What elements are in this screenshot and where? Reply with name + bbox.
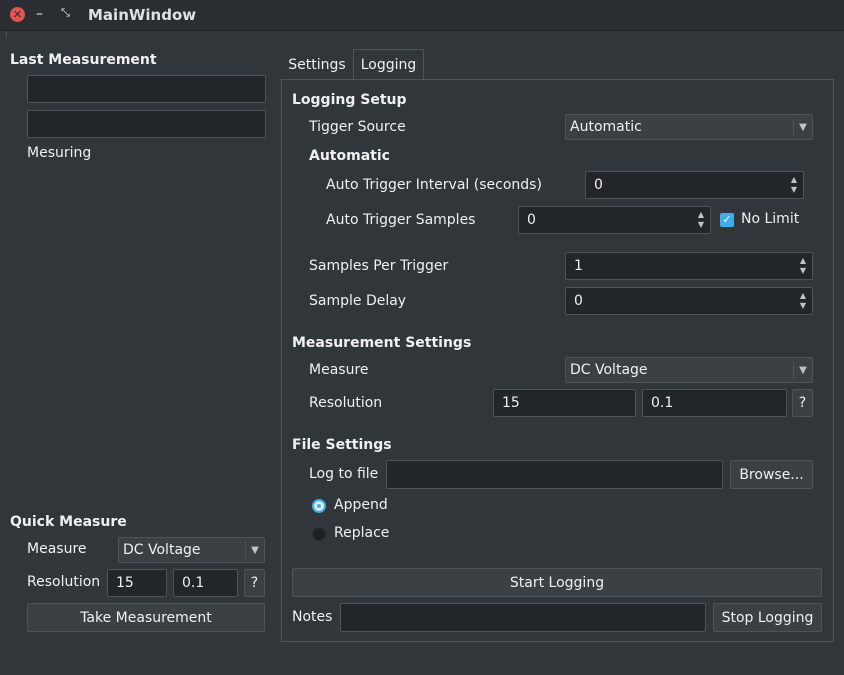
grip-icon: ⁝ [5,30,8,39]
notes-input[interactable] [340,603,706,632]
logging-setup-heading: Logging Setup [292,92,407,108]
quick-measure-heading: Quick Measure [10,514,127,530]
resolution-label: Resolution [309,395,383,411]
quick-resolution-field-2[interactable]: 0.1 [173,569,238,597]
resolution-help-button[interactable]: ? [792,389,813,417]
no-limit-label: No Limit [741,211,800,227]
quick-measure-combo-value: DC Voltage [123,542,201,558]
measurement-status: Mesuring [27,145,92,161]
chevron-down-icon: ▼ [245,541,264,559]
auto-trigger-samples-spinbox[interactable]: 0 ▲ ▼ [518,206,711,234]
samples-per-trigger-value: 1 [574,258,583,274]
resolution-field-2[interactable]: 0.1 [642,389,787,417]
trigger-source-combo[interactable]: Automatic ▼ [565,114,813,140]
spin-arrows-icon[interactable]: ▲ ▼ [796,288,810,314]
quick-resolution-field-1[interactable]: 15 [107,569,167,597]
sample-delay-spinbox[interactable]: 0 ▲ ▼ [565,287,813,315]
quick-measure-label: Measure [27,541,87,557]
chevron-down-icon: ▼ [793,361,812,379]
samples-per-trigger-label: Samples Per Trigger [309,258,449,274]
auto-trigger-samples-value: 0 [527,212,536,228]
sample-delay-value: 0 [574,293,583,309]
trigger-source-label: Tigger Source [309,119,406,135]
minimize-icon[interactable]: – [36,6,43,22]
spin-arrows-icon[interactable]: ▲ ▼ [694,207,708,233]
start-logging-button[interactable]: Start Logging [292,568,822,597]
take-measurement-button[interactable]: Take Measurement [27,603,265,632]
resolution-field-1[interactable]: 15 [493,389,636,417]
file-settings-heading: File Settings [292,437,392,453]
measure-combo-value: DC Voltage [570,362,648,378]
tab-settings[interactable]: Settings [283,50,351,80]
notes-label: Notes [292,609,333,625]
last-measurement-value-1 [27,75,266,103]
quick-resolution-help-button[interactable]: ? [244,569,265,597]
replace-radio[interactable] [312,527,326,541]
tab-logging[interactable]: Logging [353,49,424,79]
last-measurement-heading: Last Measurement [10,52,157,68]
stop-logging-button[interactable]: Stop Logging [713,603,822,632]
chevron-down-icon: ▼ [793,118,812,136]
auto-trigger-samples-label: Auto Trigger Samples [326,212,476,228]
measure-label: Measure [309,362,369,378]
automatic-heading: Automatic [309,148,390,164]
auto-trigger-interval-value: 0 [594,177,603,193]
quick-resolution-label: Resolution [27,574,101,590]
maximize-icon[interactable]: ⤡ [61,6,70,20]
close-icon[interactable]: ✕ [10,7,25,22]
log-to-file-label: Log to file [309,466,379,482]
samples-per-trigger-spinbox[interactable]: 1 ▲ ▼ [565,252,813,280]
spin-arrows-icon[interactable]: ▲ ▼ [787,172,801,198]
window-title: MainWindow [88,6,197,24]
no-limit-checkbox[interactable]: ✓ [720,213,734,227]
auto-trigger-interval-label: Auto Trigger Interval (seconds) [326,177,542,193]
measure-combo[interactable]: DC Voltage ▼ [565,357,813,383]
append-radio[interactable] [312,499,326,513]
spin-arrows-icon[interactable]: ▲ ▼ [796,253,810,279]
auto-trigger-interval-spinbox[interactable]: 0 ▲ ▼ [585,171,804,199]
append-label: Append [334,497,388,513]
log-to-file-input[interactable] [386,460,723,489]
replace-label: Replace [334,525,390,541]
trigger-source-value: Automatic [570,119,642,135]
sample-delay-label: Sample Delay [309,293,407,309]
browse-button[interactable]: Browse... [730,460,813,489]
quick-measure-combo[interactable]: DC Voltage ▼ [118,537,265,563]
measurement-settings-heading: Measurement Settings [292,335,472,351]
last-measurement-value-2 [27,110,266,138]
